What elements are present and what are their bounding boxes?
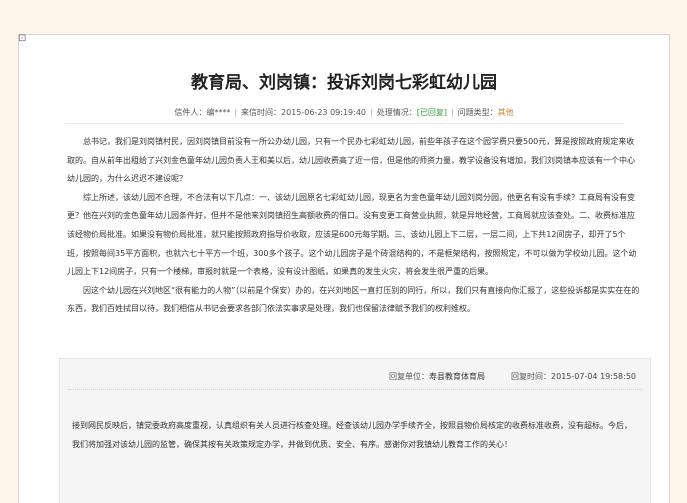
document-corner-icon: ⊡ [18,33,27,44]
body-paragraph-3: 因这个幼儿园在兴刘地区“很有能力的人物”（以前是个保安）办的，在兴刘地区一直打压… [67,285,640,314]
meta-divider: | [370,108,373,117]
reply-time-label: 回复时间： [511,372,552,381]
sender-label: 信件人： [174,108,207,117]
reply-text: 接到网民反映后，镇党委政府高度重视，认真组织有关人员进行核查处理。经查该幼儿园办… [72,421,632,449]
reply-unit-value: 寿县教育体育局 [429,372,486,381]
page-title: 教育局、刘岗镇：投诉刘岗七彩虹幼儿园 [191,73,497,93]
reply-unit-label: 回复单位： [389,372,430,381]
reply-box: 回复单位：寿县教育体育局 回复时间：2015-07-04 19:58:50 接到网… [59,358,651,503]
type-value: 其他 [497,108,514,117]
letter-page: 教育局、刘岗镇：投诉刘岗七彩虹幼儿园 信件人：编**** | 来信时间：2015-0… [18,34,670,503]
body-paragraph-2: 综上所述，该幼儿园不合理，不合法有以下几点：一、该幼儿园原名七彩虹幼儿园，现更名… [67,192,637,277]
reply-divider-line [68,389,642,390]
sender-value: 编**** [206,108,231,117]
meta-divider: | [234,108,238,117]
reply-time-value: 2015-07-04 19:58:50 [551,372,636,381]
date-value: 2015-06-23 09:19:40 [281,108,366,117]
meta-divider-line [65,123,623,124]
letter-meta: 信件人：编**** | 来信时间：2015-06-23 09:19:40 | 处理情况：… [19,107,669,118]
type-label: 问题类型： [457,108,498,117]
body-paragraph-1: 总书记，我们是刘岗镇村民，因刘岗镇目前没有一所公办幼儿园，只有一个民办七彩虹幼儿… [67,137,635,184]
status-label: 处理情况： [376,108,417,117]
date-label: 来信时间： [241,108,282,117]
letter-body: 总书记，我们是刘岗镇村民，因刘岗镇目前没有一所公办幼儿园，只有一个民办七彩虹幼儿… [67,133,641,319]
reply-meta: 回复单位：寿县教育体育局 回复时间：2015-07-04 19:58:50 [389,371,636,382]
meta-divider: | [450,108,454,117]
status-badge: [已回复] [416,108,447,117]
